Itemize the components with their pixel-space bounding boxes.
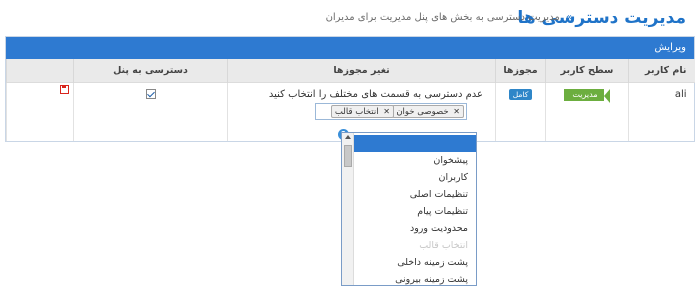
column-header-panel-access: دسترسی به پنل bbox=[73, 59, 228, 82]
actions-cell bbox=[6, 81, 74, 141]
page-header: مدیریت دسترسی ها » مدیریت دسترسی به بخش … bbox=[0, 0, 700, 36]
level-tag: مدیریت bbox=[564, 88, 610, 103]
level-cell: مدیریت bbox=[545, 81, 629, 141]
chip-label: انتخاب قالب bbox=[334, 106, 379, 117]
chip-remove-icon[interactable]: ✕ bbox=[453, 107, 460, 116]
edit-panel: ویرایش نام کاربر سطح کاربر مجوزها تغیر م… bbox=[5, 36, 695, 142]
scroll-thumb[interactable] bbox=[344, 145, 352, 167]
user-name: ali bbox=[674, 88, 687, 100]
scroll-up-icon[interactable] bbox=[345, 135, 351, 139]
chip-label: خصوصی خوان bbox=[396, 106, 449, 117]
selected-chip: ✕ خصوصی خوان bbox=[392, 104, 464, 118]
dropdown-option[interactable]: تنظیمات پیام bbox=[354, 203, 476, 220]
selected-chip: ✕ انتخاب قالب bbox=[330, 104, 394, 118]
page-subtitle: مدیریت دسترسی به بخش های پنل مدیریت برای… bbox=[325, 12, 560, 23]
column-header-actions bbox=[6, 59, 74, 82]
dropdown-option[interactable]: کاربران bbox=[354, 169, 476, 186]
column-header-permissions: مجوزها bbox=[495, 59, 546, 82]
panel-access-cell bbox=[73, 81, 228, 141]
permission-dropdown[interactable]: پیشخوان کاربران تنظیمات اصلی تنظیمات پیا… bbox=[341, 132, 477, 286]
table-header-row: نام کاربر سطح کاربر مجوزها تغیر مجوزها د… bbox=[6, 59, 695, 82]
panel-heading: ویرایش bbox=[6, 37, 694, 59]
breadcrumb: » مدیریت دسترسی به بخش های پنل مدیریت بر… bbox=[326, 12, 572, 23]
dropdown-option[interactable]: تنظیمات اصلی bbox=[354, 186, 476, 203]
breadcrumb-separator: » bbox=[565, 12, 572, 23]
permission-multiselect[interactable]: ✕ خصوصی خوان ✕ انتخاب قالب bbox=[315, 102, 467, 120]
dropdown-option[interactable]: محدودیت ورود bbox=[354, 220, 476, 237]
chip-remove-icon[interactable]: ✕ bbox=[383, 107, 390, 116]
permissions-cell: کامل bbox=[495, 81, 546, 141]
column-header-change: تغیر مجوزها bbox=[227, 59, 496, 82]
dropdown-option[interactable]: پشت زمینه بیرونی bbox=[354, 271, 476, 285]
user-cell: ali bbox=[628, 81, 695, 141]
dropdown-option[interactable] bbox=[354, 135, 476, 152]
dropdown-scrollbar[interactable] bbox=[342, 133, 354, 285]
permissions-badge: کامل bbox=[508, 88, 533, 100]
access-table: نام کاربر سطح کاربر مجوزها تغیر مجوزها د… bbox=[6, 59, 695, 141]
dropdown-option: انتخاب قالب bbox=[419, 240, 468, 251]
panel-access-checkbox[interactable] bbox=[145, 88, 156, 99]
dropdown-option[interactable]: پشت زمینه داخلی bbox=[354, 254, 476, 271]
column-header-level: سطح کاربر bbox=[545, 59, 629, 82]
change-permissions-label: عدم دسترسی به قسمت های مختلف را انتخاب ک… bbox=[268, 88, 483, 100]
column-header-user: نام کاربر bbox=[628, 59, 695, 82]
dropdown-option[interactable]: پیشخوان bbox=[354, 152, 476, 169]
save-icon[interactable] bbox=[60, 84, 69, 94]
